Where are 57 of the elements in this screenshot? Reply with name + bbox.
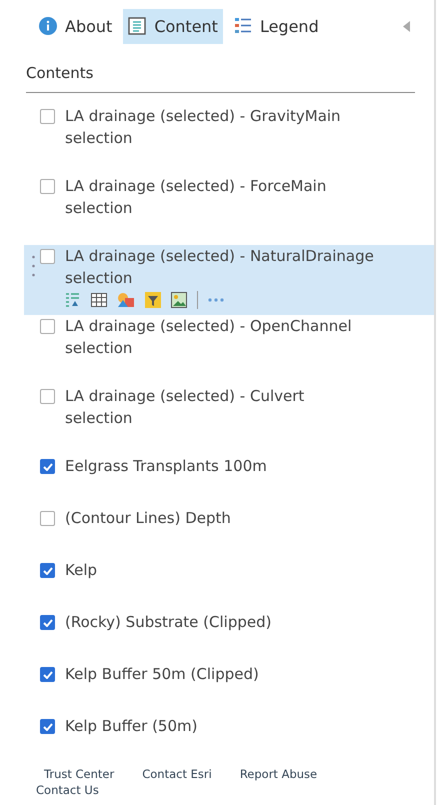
filter-icon[interactable] (145, 292, 161, 308)
layer-item[interactable]: Kelp (0, 559, 434, 611)
layer-item[interactable]: (Rocky) Substrate (Clipped) (0, 611, 434, 663)
list-document-icon (128, 17, 146, 35)
layer-item[interactable]: LA drainage (selected) - Culvert selection (0, 385, 434, 455)
layer-item[interactable]: LA drainage (selected) - NaturalDrainage selection (24, 245, 434, 315)
collapse-arrow-icon[interactable] (403, 20, 410, 32)
checkbox[interactable] (40, 389, 55, 404)
drag-handle-icon[interactable] (32, 255, 35, 277)
layer-name: (Contour Lines) Depth (65, 508, 231, 529)
layer-name: Eelgrass Transplants 100m (65, 456, 267, 477)
layer-name: LA drainage (selected) - NaturalDrainage selection (65, 246, 375, 289)
footer-link[interactable]: Contact Esri (142, 767, 212, 781)
footer-link[interactable]: Report Abuse (240, 767, 318, 781)
more-icon[interactable] (208, 298, 224, 302)
checkbox[interactable] (40, 615, 55, 630)
layer-name: Kelp (65, 560, 98, 581)
layer-item[interactable]: LA drainage (selected) - OpenChannel selection (0, 315, 434, 385)
layer-item[interactable]: Eelgrass Transplants 100m (0, 455, 434, 507)
checkbox[interactable] (40, 563, 55, 578)
tab[interactable]: About (34, 8, 118, 44)
checkbox[interactable] (40, 109, 55, 124)
checkbox[interactable] (40, 249, 55, 264)
checkmark-icon (42, 566, 52, 574)
tab[interactable]: Content (123, 8, 223, 44)
table-icon[interactable] (91, 293, 107, 307)
panel-title: Contents (26, 64, 415, 93)
layer-name: LA drainage (selected) - Culvert selection (65, 386, 306, 429)
checkmark-icon (42, 618, 52, 626)
checkbox[interactable] (40, 319, 55, 334)
checkmark-icon (42, 722, 52, 730)
layer-name: Kelp Buffer 50m (Clipped) (65, 664, 259, 685)
legend-icon (234, 17, 252, 35)
layer-item[interactable]: LA drainage (selected) - GravityMain selection (0, 105, 434, 175)
layer-item[interactable]: Kelp Buffer 50m (Clipped) (0, 663, 434, 715)
checkbox[interactable] (40, 511, 55, 526)
tab[interactable]: Legend (228, 8, 324, 44)
layer-name: (Rocky) Substrate (Clipped) (65, 612, 272, 633)
image-icon[interactable] (171, 292, 187, 308)
layer-item[interactable]: (Contour Lines) Depth (0, 507, 434, 559)
layer-item[interactable]: Kelp Buffer (50m) (0, 715, 434, 767)
layer-name: Kelp Buffer (50m) (65, 716, 198, 737)
checkbox[interactable] (40, 667, 55, 682)
checkmark-icon (42, 670, 52, 678)
layer-name: LA drainage (selected) - GravityMain selection (65, 106, 342, 149)
checkbox[interactable] (40, 719, 55, 734)
attribute-list-icon[interactable] (65, 292, 81, 308)
layer-item[interactable]: LA drainage (selected) - ForceMain selection (0, 175, 434, 245)
checkbox[interactable] (40, 459, 55, 474)
checkmark-icon (42, 462, 52, 470)
checkbox[interactable] (40, 179, 55, 194)
info-icon (39, 17, 57, 35)
layer-name: LA drainage (selected) - OpenChannel selection (65, 316, 353, 359)
layer-name: LA drainage (selected) - ForceMain selection (65, 176, 328, 219)
style-icon[interactable] (117, 292, 135, 308)
footer-link[interactable]: Trust Center (44, 767, 114, 781)
footer-link[interactable]: Contact Us (36, 783, 99, 797)
